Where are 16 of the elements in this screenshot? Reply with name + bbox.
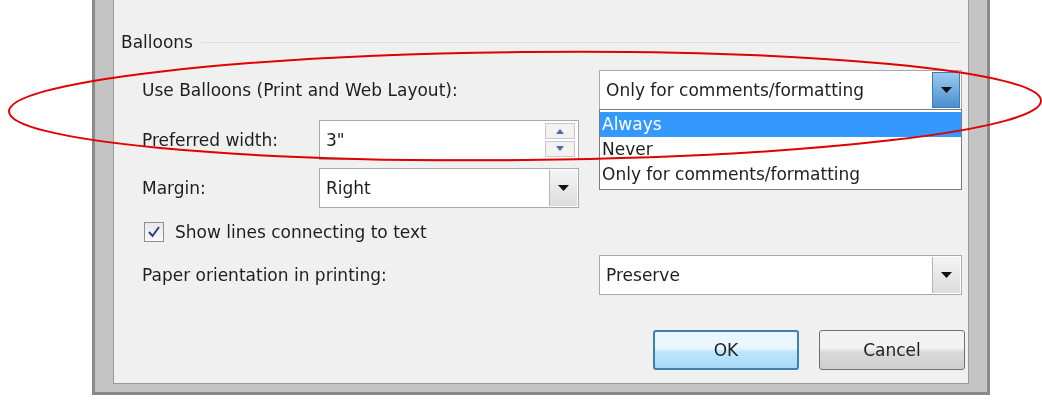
field-label: Preferred width:: [142, 130, 280, 150]
caret-icon: [941, 272, 952, 278]
dropdown-option[interactable]: Only for comments/formatting: [600, 162, 961, 187]
orientation-dropdown[interactable]: Preserve: [599, 255, 962, 295]
checkbox-label[interactable]: Show lines connecting to text: [175, 222, 427, 242]
dialog-button[interactable]: Cancel: [819, 330, 965, 370]
group-title: Balloons: [121, 32, 193, 52]
field-label: Use Balloons (Print and Web Layout):: [142, 80, 459, 100]
field-label: Paper orientation in printing:: [142, 265, 388, 285]
dropdown-option[interactable]: Never: [600, 137, 961, 162]
caret-icon: [940, 87, 952, 93]
caret-icon: [558, 185, 569, 191]
dialog-button[interactable]: OK: [653, 330, 799, 370]
checkbox[interactable]: [144, 222, 164, 242]
margin-dropdown[interactable]: Right: [319, 168, 579, 208]
field-label: Margin:: [142, 178, 207, 198]
